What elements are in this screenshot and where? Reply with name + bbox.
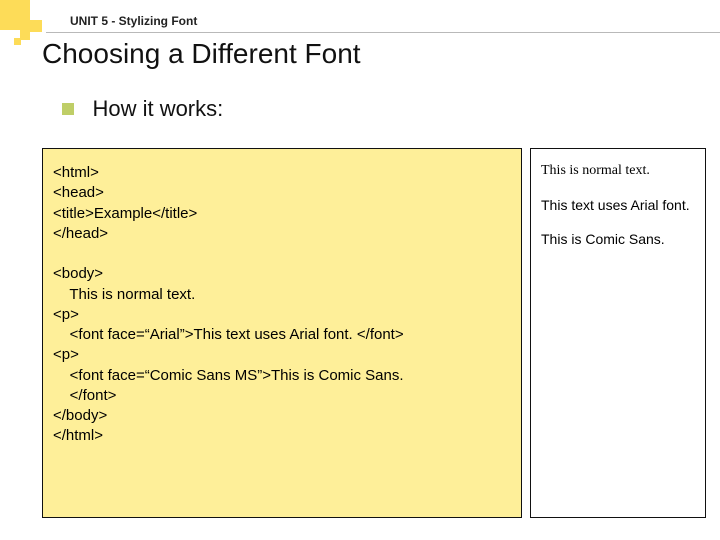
code-line: <html> [53, 163, 511, 183]
code-line: <p> [53, 305, 511, 325]
code-line: <font face=“Arial”>This text uses Arial … [53, 325, 511, 345]
preview-arial-text: This text uses Arial font. [541, 197, 695, 213]
bullet-row: How it works: [62, 96, 223, 122]
code-line: <font face=“Comic Sans MS”>This is Comic… [53, 366, 511, 386]
code-example-box: <html> <head> <title>Example</title> </h… [42, 148, 522, 518]
code-line: </html> [53, 426, 511, 446]
bullet-text: How it works: [92, 96, 223, 122]
code-line: <title>Example</title> [53, 204, 511, 224]
code-blank [53, 244, 511, 264]
code-line: </head> [53, 224, 511, 244]
divider [46, 32, 720, 33]
code-line: <p> [53, 345, 511, 365]
code-line: </font> [53, 386, 511, 406]
unit-label: UNIT 5 - Stylizing Font [70, 14, 197, 28]
code-line: <body> [53, 264, 511, 284]
code-line: This is normal text. [53, 285, 511, 305]
preview-output-box: This is normal text. This text uses Aria… [530, 148, 706, 518]
slide-title: Choosing a Different Font [42, 38, 361, 70]
code-line: </body> [53, 406, 511, 426]
bullet-icon [62, 103, 74, 115]
preview-comic-text: This is Comic Sans. [541, 231, 695, 247]
preview-normal-text: This is normal text. [541, 163, 695, 179]
code-line: <head> [53, 183, 511, 203]
